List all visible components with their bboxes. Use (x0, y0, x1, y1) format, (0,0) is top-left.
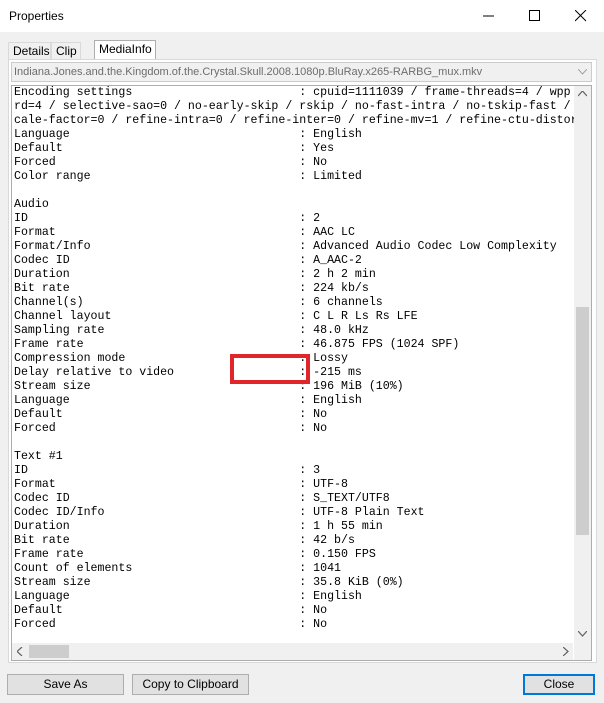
window-title: Properties (9, 9, 64, 23)
scroll-left-icon[interactable] (17, 647, 23, 656)
info-line: Codec ID/Info : UTF-8 Plain Text (14, 506, 425, 519)
chevron-down-icon (578, 69, 587, 75)
info-line: Format/Info : Advanced Audio Codec Low C… (14, 240, 557, 253)
info-line: Default : Yes (14, 142, 335, 155)
info-line: Duration : 2 h 2 min (14, 268, 376, 281)
maximize-button[interactable] (512, 0, 558, 32)
tab-mediainfo[interactable]: MediaInfo (94, 40, 156, 60)
title-bar: Properties (0, 0, 604, 32)
info-line: Format : UTF-8 (14, 478, 348, 491)
info-line: Language : English (14, 394, 362, 407)
info-line: Forced : No (14, 156, 328, 169)
info-line: Format : AAC LC (14, 226, 355, 239)
vertical-scrollbar[interactable] (574, 86, 591, 644)
vertical-scroll-thumb[interactable] (576, 307, 589, 535)
tab-clip[interactable]: Clip (51, 42, 81, 59)
close-window-button[interactable] (558, 0, 604, 32)
close-icon (575, 10, 587, 22)
info-line: Stream size : 35.8 KiB (0%) (14, 576, 404, 589)
horizontal-scroll-thumb[interactable] (29, 645, 69, 658)
minimize-button[interactable] (466, 0, 512, 32)
info-line: cale-factor=0 / refine-intra=0 / refine-… (14, 114, 575, 127)
info-line: Channel(s) : 6 channels (14, 296, 383, 309)
info-line: Color range : Limited (14, 170, 362, 183)
horizontal-scrollbar[interactable] (12, 643, 573, 660)
copy-to-clipboard-button[interactable]: Copy to Clipboard (132, 674, 249, 695)
info-line: Text #1 (14, 450, 63, 463)
info-line (14, 184, 575, 198)
file-select[interactable]: Indiana.Jones.and.the.Kingdom.of.the.Cry… (11, 62, 592, 82)
delay-highlight-box (230, 354, 310, 384)
info-line: ID : 3 (14, 464, 321, 477)
info-line: Language : English (14, 590, 362, 603)
scroll-down-icon[interactable] (578, 631, 587, 637)
info-line: Duration : 1 h 55 min (14, 520, 383, 533)
info-line: Bit rate : 42 b/s (14, 534, 355, 547)
info-line: Channel layout : C L R Ls Rs LFE (14, 310, 418, 323)
close-button[interactable]: Close (523, 674, 595, 695)
info-line (14, 436, 575, 450)
info-line: Count of elements : 1041 (14, 562, 341, 575)
info-line: Forced : No (14, 422, 328, 435)
tab-details[interactable]: Details (8, 42, 51, 59)
info-line: Encoding settings : cpuid=1111039 / fram… (14, 86, 571, 99)
info-line: Language : English (14, 128, 362, 141)
maximize-icon (529, 10, 540, 21)
info-line: Default : No (14, 604, 328, 617)
scroll-up-icon[interactable] (578, 91, 587, 97)
file-select-value: Indiana.Jones.and.the.Kingdom.of.the.Cry… (14, 66, 483, 78)
info-line: Frame rate : 0.150 FPS (14, 548, 376, 561)
info-line: ID : 2 (14, 212, 321, 225)
scroll-right-icon[interactable] (563, 647, 569, 656)
info-line: Sampling rate : 48.0 kHz (14, 324, 369, 337)
scrollbar-corner (574, 643, 591, 660)
info-line: Audio (14, 198, 49, 211)
info-line: Codec ID : A_AAC-2 (14, 254, 362, 267)
info-line: Codec ID : S_TEXT/UTF8 (14, 492, 390, 505)
info-line: Frame rate : 46.875 FPS (1024 SPF) (14, 338, 460, 351)
info-line: rd=4 / selective-sao=0 / no-early-skip /… (14, 100, 575, 113)
info-line: Default : No (14, 408, 328, 421)
info-line: Forced : No (14, 618, 328, 631)
save-as-button[interactable]: Save As (7, 674, 124, 695)
minimize-icon (483, 15, 494, 17)
mediainfo-text-area[interactable]: Encoding settings : cpuid=1111039 / fram… (11, 85, 592, 661)
info-line: Bit rate : 224 kb/s (14, 282, 369, 295)
